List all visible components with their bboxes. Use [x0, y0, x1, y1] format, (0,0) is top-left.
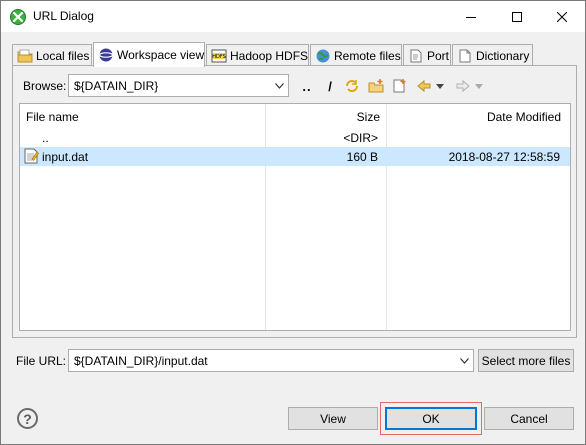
tab-label: Hadoop HDFS — [230, 48, 309, 63]
file-size-cell: 160 B — [346, 150, 378, 164]
refresh-icon — [346, 80, 358, 92]
file-url-label: File URL: — [16, 354, 67, 368]
cancel-button[interactable]: Cancel — [484, 407, 574, 430]
select-more-files-button[interactable]: Select more files — [478, 349, 574, 372]
app-logo-icon — [10, 9, 26, 25]
parent-dir-label: .. — [302, 78, 312, 94]
file-modified-cell: 2018-08-27 12:58:59 — [448, 150, 560, 164]
browse-path-value: ${DATAIN_DIR} — [74, 79, 159, 93]
tab-workspace-view[interactable]: Workspace view — [93, 42, 205, 67]
refresh-button[interactable] — [343, 77, 361, 95]
new-file-icon — [393, 79, 406, 93]
forward-dropdown-button[interactable] — [474, 77, 484, 95]
svg-text:HDFS: HDFS — [212, 54, 226, 60]
file-size-cell: <DIR> — [343, 131, 378, 145]
arrow-right-icon — [456, 79, 470, 93]
window-title: URL Dialog — [33, 9, 94, 23]
tab-label: Port — [427, 48, 450, 63]
close-button[interactable] — [539, 1, 585, 32]
minimize-button[interactable] — [448, 1, 494, 32]
arrow-left-icon — [417, 79, 431, 93]
caret-down-icon — [436, 83, 444, 89]
chevron-down-icon[interactable] — [455, 350, 473, 371]
globe-icon — [315, 48, 331, 64]
column-header-file-name[interactable]: File name — [26, 104, 265, 129]
port-icon — [408, 48, 424, 64]
title-bar: URL Dialog — [1, 1, 585, 32]
tab-remote-files[interactable]: Remote files — [310, 44, 402, 66]
caret-down-icon — [475, 83, 483, 89]
close-icon — [557, 11, 567, 22]
back-dropdown-button[interactable] — [435, 77, 445, 95]
tab-label: Local files — [36, 48, 90, 63]
tab-port[interactable]: Port — [403, 44, 451, 66]
chevron-down-icon[interactable] — [270, 75, 288, 96]
maximize-button[interactable] — [494, 1, 540, 32]
dictionary-icon — [457, 48, 473, 64]
root-dir-label: / — [328, 78, 332, 94]
tab-label: Dictionary — [476, 48, 530, 63]
browse-path-combo[interactable]: ${DATAIN_DIR} — [68, 74, 289, 97]
new-folder-icon — [368, 79, 384, 93]
view-button[interactable]: View — [288, 407, 378, 430]
new-file-button[interactable] — [390, 77, 408, 95]
tab-dictionary[interactable]: Dictionary — [452, 44, 533, 66]
workspace-icon — [98, 47, 114, 63]
root-dir-button[interactable]: / — [321, 77, 339, 95]
text-file-icon — [23, 148, 39, 164]
folder-icon — [17, 48, 33, 64]
table-row[interactable]: input.dat 160 B 2018-08-27 12:58:59 — [20, 147, 570, 166]
column-header-date-modified[interactable]: Date Modified — [387, 104, 561, 129]
ok-button[interactable]: OK — [385, 407, 477, 430]
file-name-cell: .. — [42, 131, 49, 145]
column-header-size[interactable]: Size — [266, 104, 385, 129]
tab-local-files[interactable]: Local files — [12, 44, 92, 66]
browse-label: Browse: — [23, 79, 67, 93]
tab-label: Workspace view — [117, 48, 205, 62]
maximize-icon — [512, 11, 522, 22]
minimize-icon — [466, 16, 476, 18]
file-name-cell: input.dat — [42, 150, 89, 164]
forward-button[interactable] — [454, 77, 472, 95]
help-icon[interactable]: ? — [17, 408, 38, 429]
table-row[interactable]: .. <DIR> — [20, 128, 570, 147]
new-folder-button[interactable] — [367, 77, 385, 95]
file-url-value: ${DATAIN_DIR}/input.dat — [74, 354, 208, 368]
url-dialog-window: URL Dialog Local files Workspace view HD… — [0, 0, 586, 445]
parent-dir-button[interactable]: .. — [298, 77, 316, 95]
hdfs-icon: HDFS — [211, 48, 227, 64]
file-url-combo[interactable]: ${DATAIN_DIR}/input.dat — [68, 349, 474, 372]
file-table[interactable]: File name Size Date Modified .. <DIR> in… — [19, 103, 571, 331]
tab-hadoop-hdfs[interactable]: HDFS Hadoop HDFS — [206, 44, 309, 66]
back-button[interactable] — [415, 77, 433, 95]
tab-label: Remote files — [334, 48, 401, 63]
